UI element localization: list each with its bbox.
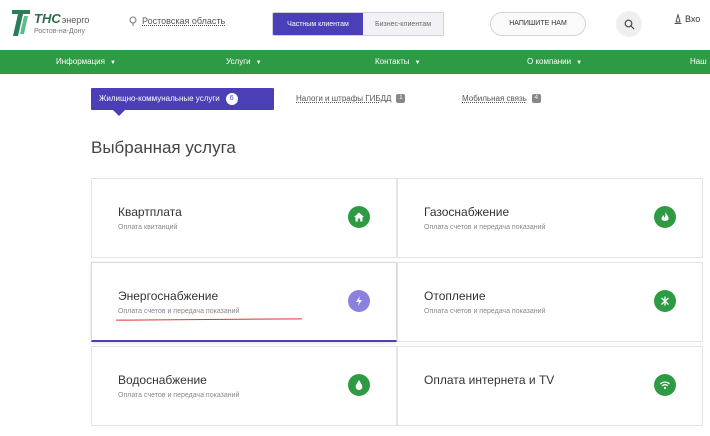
flame-icon [654, 206, 676, 228]
card-title: Оплата интернета и TV [424, 373, 555, 387]
home-icon [348, 206, 370, 228]
logo-suffix-text: энерго [61, 15, 90, 25]
tab-housing-utilities[interactable]: Жилищно-коммунальные услуги 6 [91, 88, 274, 110]
top-header: ТНСэнерго Ростов-на-Дону Ростовская обла… [0, 0, 710, 48]
active-tab-pointer [113, 110, 125, 116]
card-subtitle: Оплата счетов и передача показаний [424, 224, 546, 231]
lightning-icon [348, 290, 370, 312]
tab-label: Жилищно-коммунальные услуги [99, 94, 220, 103]
logo-text: ТНСэнерго [34, 11, 89, 26]
service-card-water[interactable]: Водоснабжение Оплата счетов и передача п… [91, 346, 397, 426]
card-subtitle: Оплата счетов и передача показаний [118, 392, 240, 399]
nav-item-label: Информация [56, 57, 105, 66]
card-title: Водоснабжение [118, 373, 207, 387]
nav-item-services[interactable]: Услуги ▼ [226, 50, 262, 74]
region-selector[interactable]: Ростовская область [128, 16, 225, 26]
logo-mark-icon [12, 10, 30, 36]
nav-item-label: О компании [527, 57, 572, 66]
card-title: Газоснабжение [424, 205, 510, 219]
tab-private-clients[interactable]: Частным клиентам [273, 13, 363, 35]
card-subtitle: Оплата квитанций [118, 224, 178, 231]
user-icon [674, 14, 682, 24]
nav-item-label: Наш [690, 57, 707, 66]
page-title: Выбранная услуга [91, 138, 236, 157]
search-button[interactable] [616, 11, 642, 37]
login-link[interactable]: Вхо [674, 14, 700, 24]
chevron-down-icon: ▼ [255, 60, 262, 66]
client-type-toggle: Частным клиентам Бизнес-клиентам [272, 12, 444, 36]
service-card-rent[interactable]: Квартплата Оплата квитанций [91, 178, 397, 258]
card-title: Отопление [424, 289, 486, 303]
company-logo[interactable]: ТНСэнерго Ростов-на-Дону [10, 8, 110, 40]
nav-item-about[interactable]: О компании ▼ [527, 50, 582, 74]
water-drop-icon [348, 374, 370, 396]
logo-main-text: ТНС [34, 11, 61, 26]
main-navigation: Информация ▼ Услуги ▼ Контакты ▼ О компании… [0, 50, 710, 74]
service-card-electricity[interactable]: Энергоснабжение Оплата счетов и передача… [91, 262, 397, 342]
chevron-down-icon: ▼ [109, 60, 116, 66]
logo-subtitle: Ростов-на-Дону [34, 28, 85, 35]
radiator-icon [654, 290, 676, 312]
chevron-down-icon: ▼ [576, 60, 583, 66]
nav-item-info[interactable]: Информация ▼ [56, 50, 116, 74]
count-badge: 1 [396, 94, 406, 104]
tab-mobile[interactable]: Мобильная связь 4 [462, 94, 541, 104]
tab-business-clients[interactable]: Бизнес-клиентам [363, 13, 443, 35]
service-card-heating[interactable]: Отопление Оплата счетов и передача показ… [397, 262, 703, 342]
location-pin-icon [129, 16, 137, 26]
count-badge: 6 [225, 92, 238, 105]
nav-item-label: Контакты [375, 57, 410, 66]
card-subtitle: Оплата счетов и передача показаний [118, 308, 240, 315]
login-label: Вхо [685, 14, 701, 24]
card-title: Квартплата [118, 205, 182, 219]
region-label: Ростовская область [142, 16, 226, 26]
nav-item-contacts[interactable]: Контакты ▼ [375, 50, 421, 74]
tab-label: Налоги и штрафы ГИБДД [296, 94, 392, 103]
tab-label: Мобильная связь [462, 94, 527, 103]
card-subtitle: Оплата счетов и передача показаний [424, 308, 546, 315]
service-card-gas[interactable]: Газоснабжение Оплата счетов и передача п… [397, 178, 703, 258]
tab-taxes-fines[interactable]: Налоги и штрафы ГИБДД 1 [296, 94, 406, 104]
nav-item-more[interactable]: Наш [690, 50, 707, 74]
service-card-internet-tv[interactable]: Оплата интернета и TV [397, 346, 703, 426]
write-to-us-button[interactable]: НАПИШИТЕ НАМ [490, 12, 586, 36]
nav-item-label: Услуги [226, 57, 251, 66]
chevron-down-icon: ▼ [414, 60, 421, 66]
search-icon [624, 19, 634, 29]
highlight-underline [115, 318, 303, 321]
wifi-icon [654, 374, 676, 396]
count-badge: 4 [531, 94, 541, 104]
card-title: Энергоснабжение [118, 289, 219, 303]
